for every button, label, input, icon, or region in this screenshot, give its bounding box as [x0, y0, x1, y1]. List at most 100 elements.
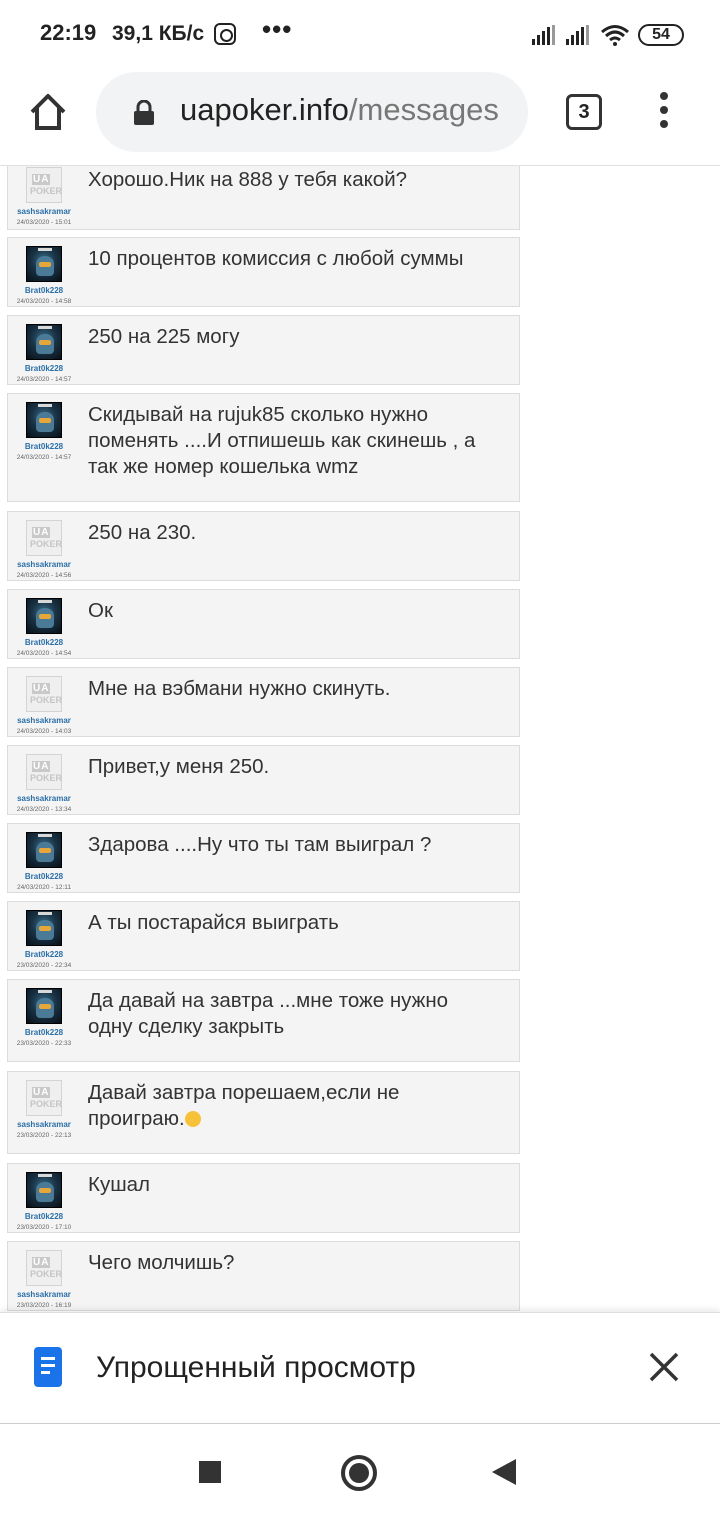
message-item: Brat0k228 23/03/2020 - 17:10 Кушал	[7, 1163, 520, 1233]
message-text: Давай завтра порешаем,если не проиграю.	[88, 1081, 400, 1130]
user-avatar[interactable]	[26, 324, 62, 360]
tab-switcher-button[interactable]: 3	[566, 94, 602, 130]
status-bar: 22:19 39,1 КБ/с ••• 54	[0, 0, 720, 68]
user-avatar[interactable]: UA POKER	[26, 754, 62, 790]
ua-logo-top: UA	[32, 761, 51, 772]
ua-logo-bottom: POKER	[30, 1269, 63, 1279]
message-item: UA POKER sashsakramar 23/03/2020 - 16:19 Чег…	[7, 1241, 520, 1311]
message-author[interactable]: Brat0k228	[8, 364, 80, 373]
message-item: Brat0k228 23/03/2020 - 22:34 А ты постарай…	[7, 901, 520, 971]
reader-mode-label[interactable]: Упрощенный просмотр	[96, 1351, 416, 1385]
message-text: Привет,у меня 250.	[88, 755, 270, 778]
user-avatar[interactable]	[26, 1172, 62, 1208]
ua-logo-bottom: POKER	[30, 773, 63, 783]
message-item: UA POKER sashsakramar 23/03/2020 - 22:13 Дав…	[7, 1071, 520, 1154]
message-author[interactable]: Brat0k228	[8, 950, 80, 959]
message-date: 24/03/2020 - 14:57	[16, 376, 72, 383]
message-text: Хорошо.Ник на 888 у тебя какой?	[88, 168, 408, 191]
message-author[interactable]: Brat0k228	[8, 286, 80, 295]
message-author[interactable]: sashsakramar	[8, 794, 80, 803]
message-date: 23/03/2020 - 16:19	[16, 1302, 72, 1309]
user-avatar[interactable]: UA POKER	[26, 676, 62, 712]
message-item: Brat0k228 24/03/2020 - 14:54 Ок	[7, 589, 520, 659]
message-item: UA POKER sashsakramar 24/03/2020 - 15:01 Хор…	[7, 166, 520, 230]
message-text: Мне на вэбмани нужно скинуть.	[88, 677, 391, 700]
system-navigation-bar	[0, 1424, 720, 1520]
user-avatar[interactable]: UA POKER	[26, 1250, 62, 1286]
tongue-emoji-icon	[184, 1111, 201, 1127]
menu-dot-icon	[660, 92, 668, 100]
message-date: 23/03/2020 - 22:33	[16, 1040, 72, 1047]
message-text: Да давай на завтра ...мне тоже нужно одн…	[88, 989, 449, 1038]
back-icon[interactable]	[492, 1459, 516, 1485]
reader-mode-prompt[interactable]: Упрощенный просмотр	[0, 1312, 720, 1424]
battery-icon: 54	[638, 24, 684, 46]
message-date: 24/03/2020 - 14:54	[16, 650, 72, 657]
ua-logo-top: UA	[32, 1087, 51, 1098]
message-text: Кушал	[88, 1173, 151, 1196]
message-author[interactable]: Brat0k228	[8, 1028, 80, 1037]
ua-logo-top: UA	[32, 683, 51, 694]
message-author[interactable]: sashsakramar	[8, 207, 80, 216]
message-author[interactable]: Brat0k228	[8, 442, 80, 451]
message-date: 23/03/2020 - 22:13	[16, 1132, 72, 1139]
status-indicators: 54	[532, 22, 684, 48]
message-author[interactable]: Brat0k228	[8, 638, 80, 647]
ua-logo-bottom: POKER	[30, 186, 63, 196]
message-text: Чего молчишь?	[88, 1251, 235, 1274]
message-item: Brat0k228 24/03/2020 - 14:58 10 процентов …	[7, 237, 520, 307]
home-nav-icon[interactable]	[341, 1455, 377, 1491]
message-text: 250 на 230.	[88, 521, 197, 544]
browser-toolbar: uapoker.info/messages 3	[0, 68, 720, 166]
messages-list[interactable]: UA POKER sashsakramar 24/03/2020 - 15:01 Хор…	[0, 166, 720, 1312]
message-author[interactable]: sashsakramar	[8, 716, 80, 725]
message-item: Brat0k228 24/03/2020 - 14:57 Скидывай на r…	[7, 393, 520, 502]
message-date: 24/03/2020 - 12:11	[16, 884, 72, 891]
message-text: 250 на 225 могу	[88, 325, 240, 348]
address-bar[interactable]: uapoker.info/messages	[96, 72, 528, 152]
user-avatar[interactable]	[26, 402, 62, 438]
message-text: Здарова ....Ну что ты там выиграл ?	[88, 833, 432, 856]
status-time: 22:19	[40, 20, 97, 45]
close-icon[interactable]	[648, 1351, 680, 1383]
message-date: 23/03/2020 - 22:34	[16, 962, 72, 969]
wifi-icon	[601, 25, 629, 46]
menu-dot-icon	[660, 120, 668, 128]
menu-dot-icon	[660, 106, 668, 114]
user-avatar[interactable]	[26, 832, 62, 868]
user-avatar[interactable]: UA POKER	[26, 1080, 62, 1116]
home-icon[interactable]	[26, 90, 70, 134]
user-avatar[interactable]	[26, 988, 62, 1024]
ua-logo-top: UA	[32, 527, 51, 538]
message-date: 23/03/2020 - 17:10	[16, 1224, 72, 1231]
user-avatar[interactable]	[26, 598, 62, 634]
signal-icon-2	[566, 25, 589, 45]
recent-apps-icon[interactable]	[199, 1461, 221, 1483]
url-text: uapoker.info/messages	[180, 92, 499, 128]
user-avatar[interactable]: UA POKER	[26, 167, 62, 203]
message-author[interactable]: sashsakramar	[8, 1290, 80, 1299]
message-text: А ты постарайся выиграть	[88, 911, 339, 934]
signal-icon	[532, 25, 555, 45]
user-avatar[interactable]: UA POKER	[26, 520, 62, 556]
message-item: Brat0k228 23/03/2020 - 22:33 Да давай на з…	[7, 979, 520, 1062]
ua-logo-bottom: POKER	[30, 539, 63, 549]
message-author[interactable]: sashsakramar	[8, 560, 80, 569]
browser-menu-button[interactable]	[654, 92, 674, 132]
message-item: UA POKER sashsakramar 24/03/2020 - 14:56 250…	[7, 511, 520, 581]
message-date: 24/03/2020 - 14:58	[16, 298, 72, 305]
message-item: UA POKER sashsakramar 24/03/2020 - 14:03 Мне…	[7, 667, 520, 737]
status-network-speed: 39,1 КБ/с	[112, 22, 205, 45]
message-text: Ок	[88, 599, 113, 622]
ua-logo-bottom: POKER	[30, 695, 63, 705]
message-author[interactable]: Brat0k228	[8, 872, 80, 881]
user-avatar[interactable]	[26, 246, 62, 282]
lock-icon	[134, 100, 154, 125]
message-author[interactable]: sashsakramar	[8, 1120, 80, 1129]
message-author[interactable]: Brat0k228	[8, 1212, 80, 1221]
url-domain: uapoker.info	[180, 92, 349, 127]
message-item: Brat0k228 24/03/2020 - 12:11 Здарова ....Н…	[7, 823, 520, 893]
url-path: /messages	[348, 92, 499, 127]
user-avatar[interactable]	[26, 910, 62, 946]
message-date: 24/03/2020 - 14:03	[16, 728, 72, 735]
